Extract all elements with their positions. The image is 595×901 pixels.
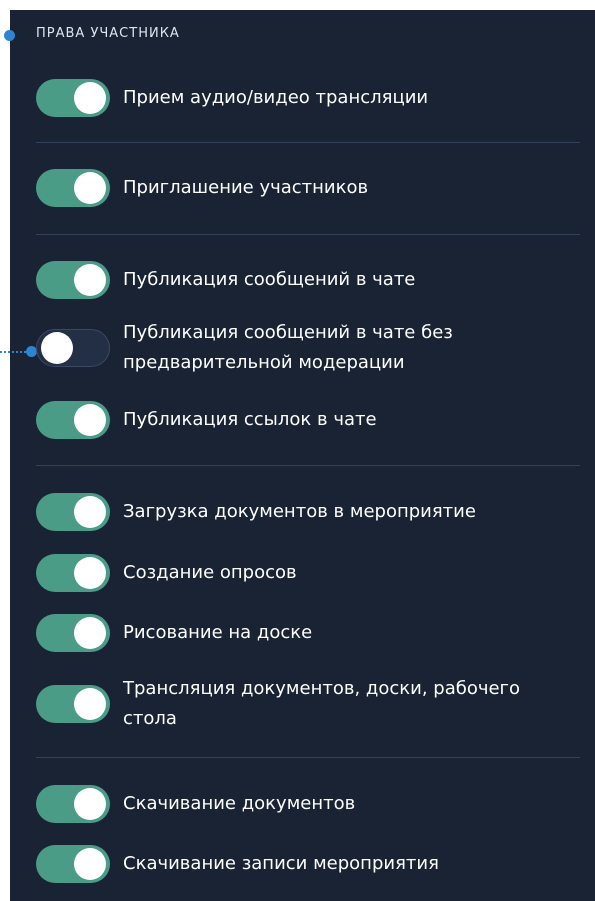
permission-row: Скачивание документов bbox=[36, 785, 563, 823]
participant-rights-panel bbox=[10, 10, 595, 901]
permission-toggle[interactable] bbox=[36, 79, 110, 117]
divider bbox=[36, 142, 580, 143]
section-title: ПРАВА УЧАСТНИКА bbox=[36, 26, 180, 41]
permission-toggle[interactable] bbox=[36, 785, 110, 823]
toggle-knob bbox=[41, 332, 73, 364]
permission-toggle[interactable] bbox=[36, 261, 110, 299]
section-pointer-dot bbox=[4, 30, 15, 41]
permission-row: Создание опросов bbox=[36, 554, 563, 592]
permission-toggle[interactable] bbox=[36, 169, 110, 207]
permission-row: Публикация сообщений в чате bbox=[36, 261, 563, 299]
permission-row: Рисование на доске bbox=[36, 614, 563, 652]
permission-label: Создание опросов bbox=[123, 562, 297, 583]
toggle-knob bbox=[74, 557, 106, 589]
permission-row: Публикация ссылок в чате bbox=[36, 401, 563, 439]
permission-toggle[interactable] bbox=[36, 493, 110, 531]
toggle-knob bbox=[74, 404, 106, 436]
permission-toggle[interactable] bbox=[36, 401, 110, 439]
permission-label: Скачивание документов bbox=[123, 793, 356, 814]
permission-label: Загрузка документов в мероприятие bbox=[123, 501, 476, 522]
permission-label: Трансляция документов, доски, рабочего с… bbox=[123, 678, 521, 729]
permission-row: Прием аудио/видео трансляции bbox=[36, 79, 563, 117]
divider bbox=[36, 465, 580, 466]
permission-toggle[interactable] bbox=[36, 329, 110, 367]
toggle-knob bbox=[74, 264, 106, 296]
permission-label: Рисование на доске bbox=[123, 622, 313, 643]
permission-label: Публикация сообщений в чате bbox=[123, 269, 416, 290]
permission-toggle[interactable] bbox=[36, 614, 110, 652]
toggle-knob bbox=[74, 172, 106, 204]
toggle-knob bbox=[74, 688, 106, 720]
permission-label: Приглашение участников bbox=[123, 177, 369, 198]
toggle-knob bbox=[74, 496, 106, 528]
divider bbox=[36, 234, 580, 235]
toggle-knob bbox=[74, 617, 106, 649]
divider bbox=[36, 757, 580, 758]
permission-label: Публикация сообщений в чате без предвари… bbox=[123, 322, 453, 373]
toggle-knob bbox=[74, 788, 106, 820]
toggle-knob bbox=[74, 848, 106, 880]
permission-toggle[interactable] bbox=[36, 554, 110, 592]
permission-row: Трансляция документов, доски, рабочего с… bbox=[36, 674, 563, 734]
permission-row: Публикация сообщений в чате без предвари… bbox=[36, 318, 523, 378]
permission-row: Скачивание записи мероприятия bbox=[36, 845, 563, 883]
permission-toggle[interactable] bbox=[36, 845, 110, 883]
permission-label: Скачивание записи мероприятия bbox=[123, 853, 439, 874]
permission-row: Приглашение участников bbox=[36, 169, 563, 207]
permission-row: Загрузка документов в мероприятие bbox=[36, 493, 563, 531]
permission-toggle[interactable] bbox=[36, 685, 110, 723]
permission-label: Прием аудио/видео трансляции bbox=[123, 87, 429, 108]
permission-label: Публикация ссылок в чате bbox=[123, 409, 377, 430]
toggle-knob bbox=[74, 82, 106, 114]
